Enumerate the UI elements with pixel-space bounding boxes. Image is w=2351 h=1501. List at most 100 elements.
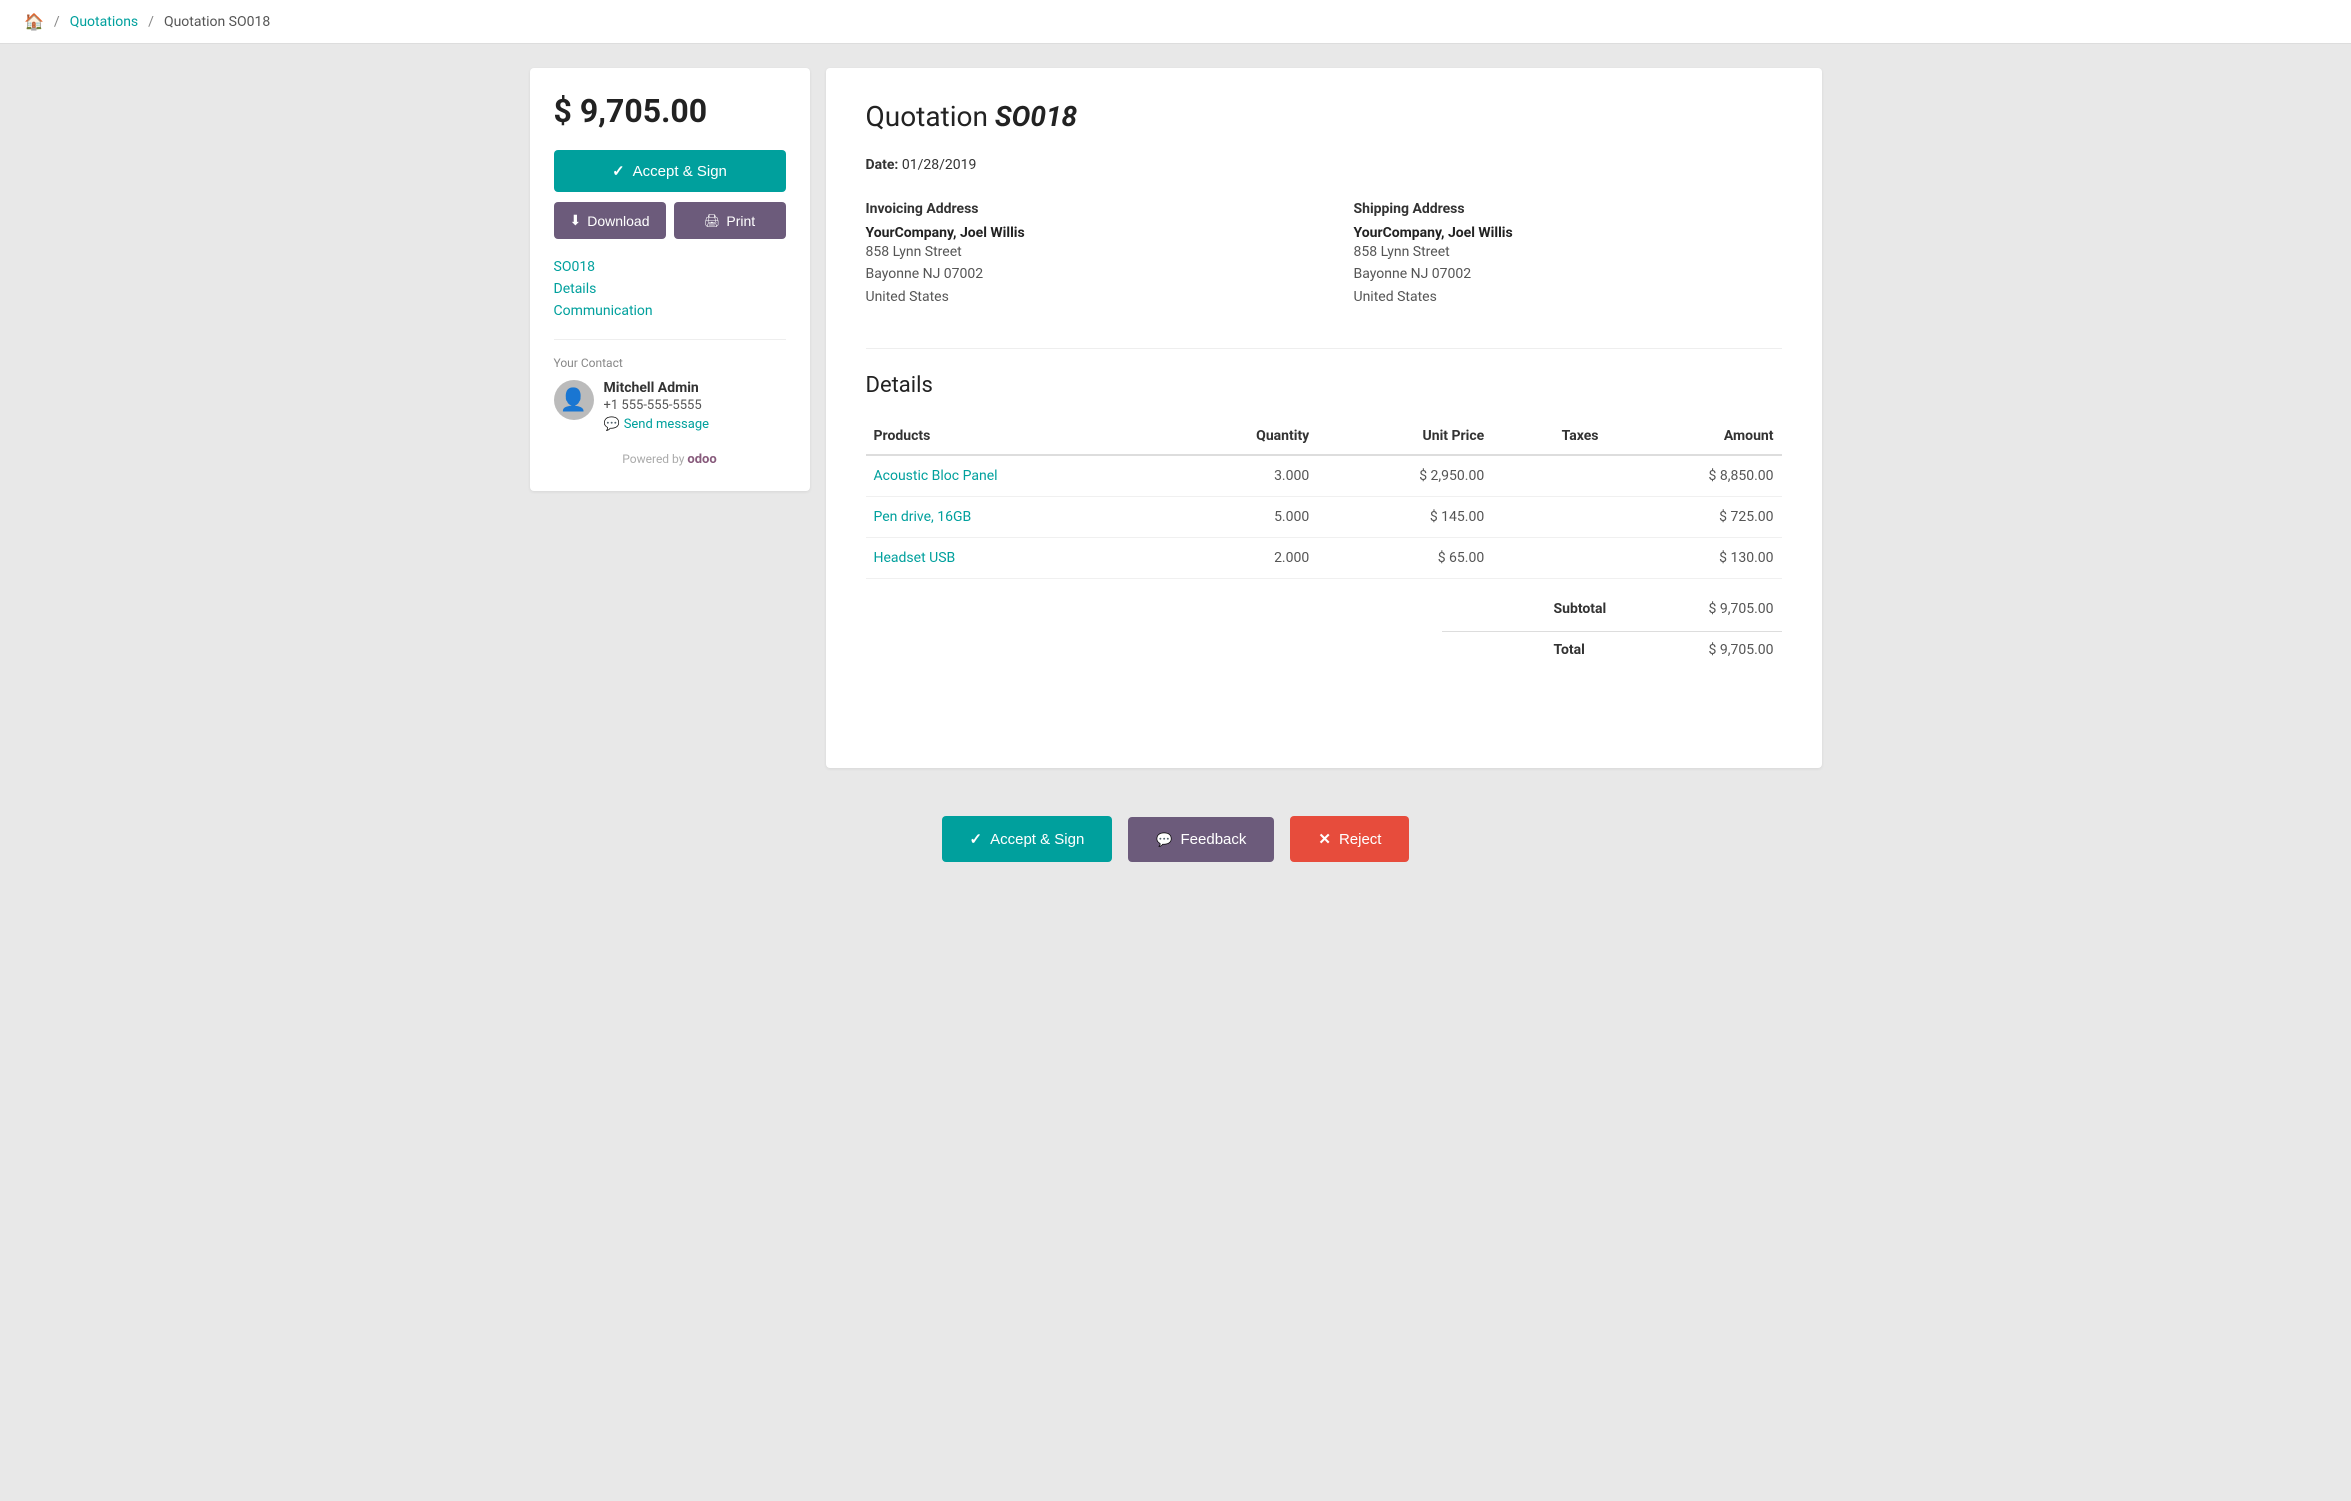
action-buttons-row: Download Print	[554, 202, 786, 239]
print-icon	[704, 212, 721, 229]
taxes-cell-0	[1492, 455, 1606, 497]
contact-section: Your Contact 👤 Mitchell Admin +1 555-555…	[554, 339, 786, 432]
shipping-country: United States	[1354, 286, 1782, 308]
bottom-chat-icon	[1156, 831, 1172, 848]
product-link-1[interactable]: Pen drive, 16GB	[866, 497, 1169, 538]
sidebar-nav-item-details[interactable]: Details	[554, 281, 786, 297]
subtotal-label: Subtotal	[1554, 601, 1634, 617]
home-icon[interactable]: 🏠	[24, 12, 44, 31]
subtotal-value: $ 9,705.00	[1674, 601, 1774, 617]
shipping-city: Bayonne NJ 07002	[1354, 263, 1782, 285]
contact-name: Mitchell Admin	[604, 380, 710, 396]
total-label: Total	[1554, 642, 1634, 658]
taxes-cell-1	[1492, 497, 1606, 538]
bottom-reject-button[interactable]: Reject	[1290, 816, 1409, 862]
sidebar: $ 9,705.00 Accept & Sign Download Print …	[530, 68, 810, 491]
chat-icon	[604, 417, 620, 432]
col-unit-price: Unit Price	[1317, 418, 1492, 455]
bottom-reject-label: Reject	[1339, 831, 1382, 848]
amount-cell-1: $ 725.00	[1606, 497, 1781, 538]
bottom-x-icon	[1318, 830, 1331, 848]
amount-cell-0: $ 8,850.00	[1606, 455, 1781, 497]
powered-by: Powered by odoo	[554, 452, 786, 467]
quotation-title: Quotation SO018	[866, 100, 1782, 133]
unit-price-cell-0: $ 2,950.00	[1317, 455, 1492, 497]
sidebar-nav-item-communication[interactable]: Communication	[554, 303, 786, 319]
col-quantity: Quantity	[1168, 418, 1317, 455]
product-link-0[interactable]: Acoustic Bloc Panel	[866, 455, 1169, 497]
sidebar-link-details[interactable]: Details	[554, 281, 597, 297]
download-label: Download	[587, 213, 649, 229]
quotation-title-id: SO018	[995, 100, 1077, 133]
col-products: Products	[866, 418, 1169, 455]
print-button[interactable]: Print	[674, 202, 786, 239]
col-amount: Amount	[1606, 418, 1781, 455]
invoicing-city: Bayonne NJ 07002	[866, 263, 1294, 285]
date-value: 01/28/2019	[902, 157, 977, 173]
sidebar-amount: $ 9,705.00	[554, 92, 786, 130]
unit-price-cell-1: $ 145.00	[1317, 497, 1492, 538]
quantity-cell-0: 3.000	[1168, 455, 1317, 497]
bottom-bar: Accept & Sign Feedback Reject	[0, 792, 2351, 886]
shipping-address: Shipping Address YourCompany, Joel Willi…	[1354, 201, 1782, 308]
quantity-cell-1: 5.000	[1168, 497, 1317, 538]
avatar: 👤	[554, 380, 594, 420]
quantity-cell-2: 2.000	[1168, 538, 1317, 579]
check-icon	[612, 162, 625, 180]
col-taxes: Taxes	[1492, 418, 1606, 455]
invoicing-company: YourCompany, Joel Willis	[866, 225, 1294, 241]
unit-price-cell-2: $ 65.00	[1317, 538, 1492, 579]
sidebar-nav-item-so018[interactable]: SO018	[554, 259, 786, 275]
bottom-check-icon	[970, 830, 983, 848]
sidebar-link-communication[interactable]: Communication	[554, 303, 653, 319]
subtotal-row: Subtotal $ 9,705.00	[1442, 595, 1782, 623]
products-table: Products Quantity Unit Price Taxes Amoun…	[866, 418, 1782, 579]
contact-info: 👤 Mitchell Admin +1 555-555-5555 Send me…	[554, 380, 786, 432]
invoicing-address: Invoicing Address YourCompany, Joel Will…	[866, 201, 1294, 308]
details-section-title: Details	[866, 348, 1782, 398]
total-row: Total $ 9,705.00	[1442, 631, 1782, 664]
totals-section: Subtotal $ 9,705.00 Total $ 9,705.00	[866, 595, 1782, 664]
download-icon	[570, 212, 582, 229]
product-link-2[interactable]: Headset USB	[866, 538, 1169, 579]
accept-sign-button[interactable]: Accept & Sign	[554, 150, 786, 192]
download-button[interactable]: Download	[554, 202, 666, 239]
odoo-logo: odoo	[687, 452, 716, 467]
quotation-date: Date: 01/28/2019	[866, 157, 1782, 173]
accept-sign-label: Accept & Sign	[633, 163, 727, 180]
date-label: Date:	[866, 157, 899, 173]
bottom-feedback-button[interactable]: Feedback	[1128, 817, 1274, 862]
send-message-link[interactable]: Send message	[604, 417, 710, 432]
powered-by-text: Powered by	[622, 452, 684, 466]
contact-phone: +1 555-555-5555	[604, 398, 710, 413]
top-nav: 🏠 / Quotations / Quotation SO018	[0, 0, 2351, 44]
main-content: Quotation SO018 Date: 01/28/2019 Invoici…	[826, 68, 1822, 768]
table-header-row: Products Quantity Unit Price Taxes Amoun…	[866, 418, 1782, 455]
avatar-placeholder: 👤	[560, 388, 587, 413]
bottom-accept-sign-button[interactable]: Accept & Sign	[942, 816, 1113, 862]
bottom-feedback-label: Feedback	[1181, 831, 1247, 848]
sidebar-nav: SO018 Details Communication	[554, 259, 786, 319]
invoicing-street: 858 Lynn Street	[866, 241, 1294, 263]
total-value: $ 9,705.00	[1674, 642, 1774, 658]
shipping-street: 858 Lynn Street	[1354, 241, 1782, 263]
addresses: Invoicing Address YourCompany, Joel Will…	[866, 201, 1782, 308]
contact-details: Mitchell Admin +1 555-555-5555 Send mess…	[604, 380, 710, 432]
bottom-accept-label: Accept & Sign	[990, 831, 1084, 848]
shipping-address-title: Shipping Address	[1354, 201, 1782, 217]
amount-cell-2: $ 130.00	[1606, 538, 1781, 579]
taxes-cell-2	[1492, 538, 1606, 579]
table-row: Pen drive, 16GB 5.000 $ 145.00 $ 725.00	[866, 497, 1782, 538]
main-container: $ 9,705.00 Accept & Sign Download Print …	[506, 44, 1846, 792]
nav-quotations-link[interactable]: Quotations	[70, 14, 138, 30]
print-label: Print	[726, 213, 755, 229]
quotation-title-prefix: Quotation	[866, 100, 988, 133]
sidebar-link-so018[interactable]: SO018	[554, 259, 596, 275]
shipping-company: YourCompany, Joel Willis	[1354, 225, 1782, 241]
send-message-label: Send message	[624, 417, 709, 432]
invoicing-country: United States	[866, 286, 1294, 308]
contact-section-label: Your Contact	[554, 356, 786, 370]
table-row: Headset USB 2.000 $ 65.00 $ 130.00	[866, 538, 1782, 579]
invoicing-address-title: Invoicing Address	[866, 201, 1294, 217]
nav-sep-1: /	[54, 14, 60, 30]
